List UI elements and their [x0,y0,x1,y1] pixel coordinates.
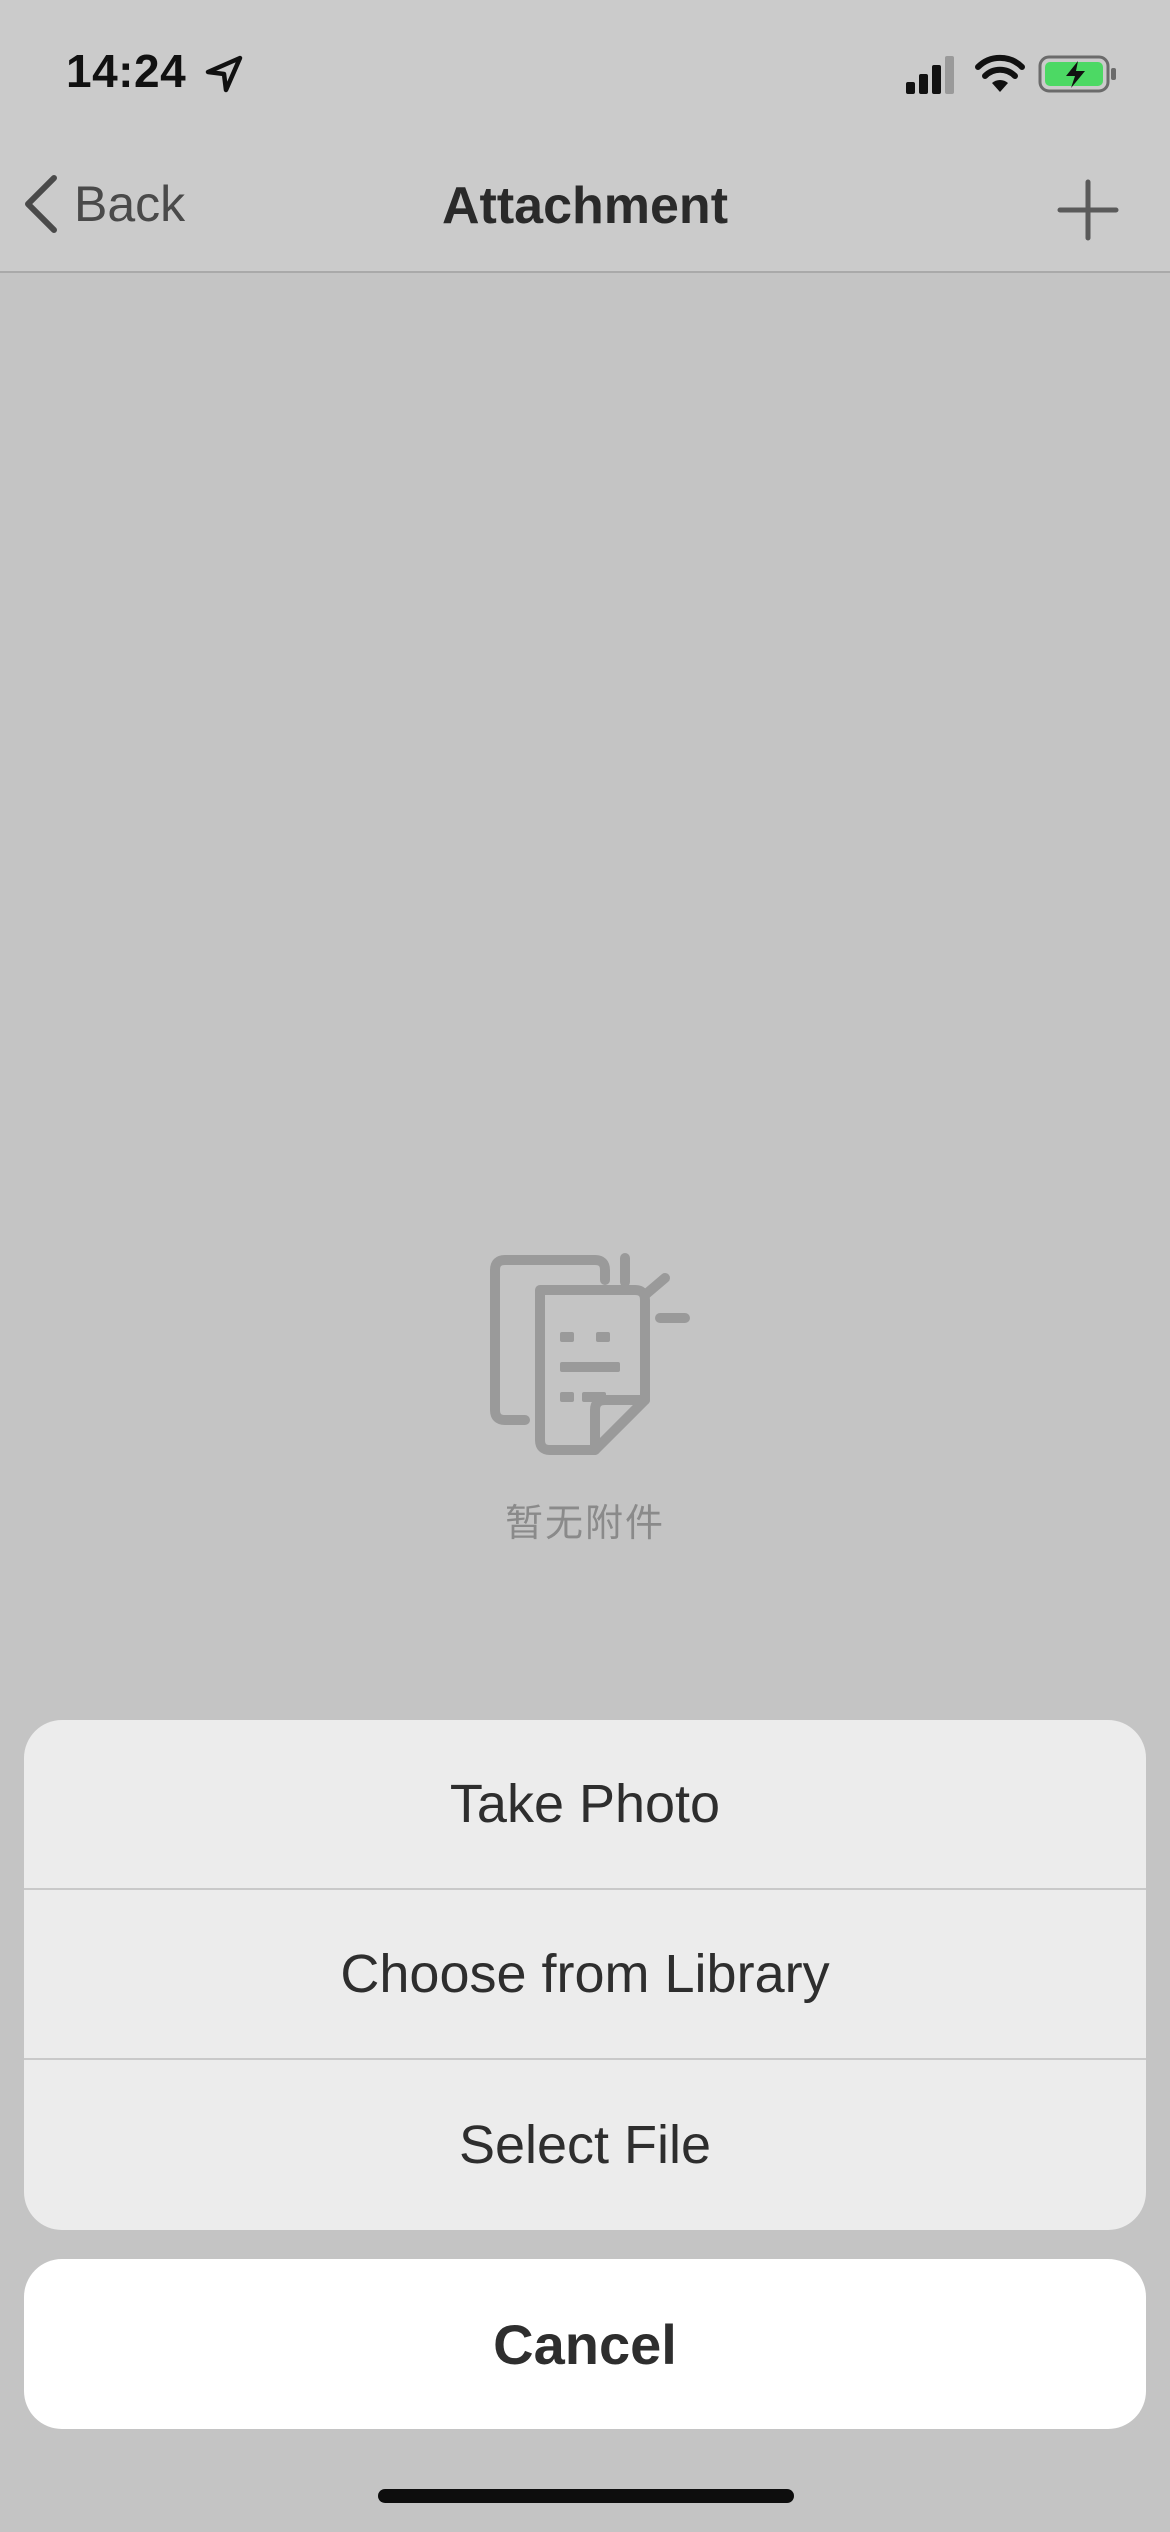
cellular-signal-icon [906,56,954,94]
chevron-left-icon [25,175,57,233]
navigation-bar: Back Attachment [0,140,1170,273]
status-bar: 14:24 [0,0,1170,140]
back-label: Back [74,176,186,232]
empty-state: 暂无附件 [0,1250,1170,1547]
select-file-button[interactable]: Select File [24,2060,1146,2230]
plus-icon[interactable] [1052,174,1124,246]
cancel-button[interactable]: Cancel [24,2259,1146,2429]
empty-state-text: 暂无附件 [504,1501,665,1545]
status-time: 14:24 [66,45,187,97]
back-button[interactable]: Back [20,164,185,244]
home-indicator[interactable] [378,2489,794,2503]
wifi-icon [975,54,1025,92]
take-photo-button[interactable]: Take Photo [24,1720,1146,1890]
battery-charging-icon [1038,55,1116,93]
action-sheet: Take Photo Choose from Library Select Fi… [24,1720,1146,2230]
empty-document-icon [490,1253,690,1455]
location-arrow-icon [205,55,243,93]
choose-from-library-button[interactable]: Choose from Library [24,1890,1146,2060]
top-area: 14:24 Back Attachment [0,0,1170,273]
